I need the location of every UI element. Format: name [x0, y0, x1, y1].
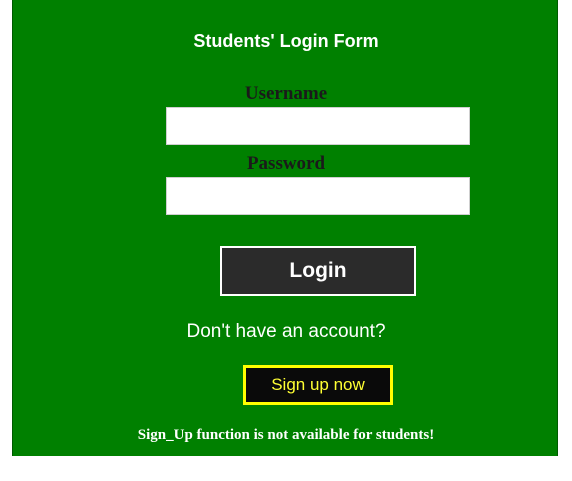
- password-label: Password: [246, 153, 326, 174]
- signup-button[interactable]: Sign up now: [243, 365, 393, 405]
- login-button[interactable]: Login: [220, 246, 416, 296]
- username-label: Username: [244, 83, 328, 104]
- form-title: Students' Login Form: [193, 31, 379, 51]
- account-prompt: Don't have an account?: [186, 321, 386, 342]
- signup-notice: Sign_Up function is not available for st…: [137, 427, 435, 443]
- login-panel: Students' Login Form Username Password L…: [12, 0, 558, 456]
- username-input[interactable]: [166, 107, 470, 145]
- password-input[interactable]: [166, 177, 470, 215]
